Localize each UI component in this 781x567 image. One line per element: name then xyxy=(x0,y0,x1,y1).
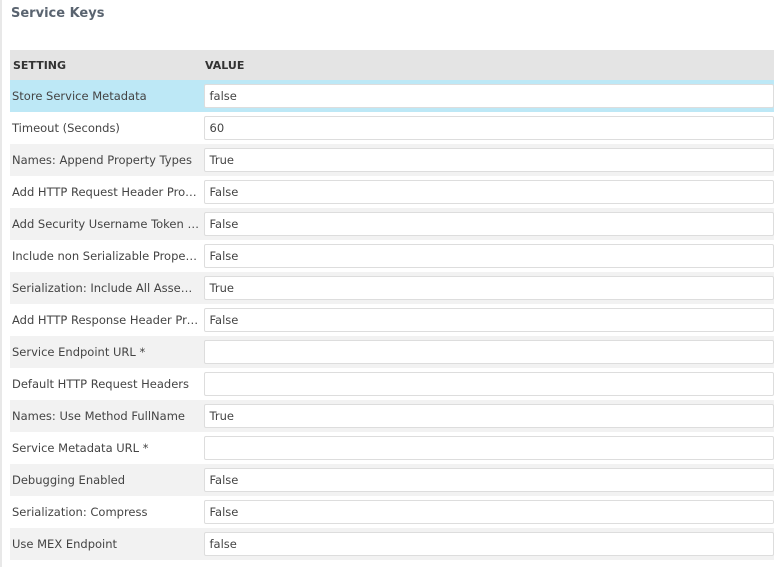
setting-value-input[interactable]: False xyxy=(203,244,774,268)
table-header: SETTING VALUE xyxy=(10,50,774,80)
table-row[interactable]: Add Security Username Token T... False xyxy=(10,208,774,240)
setting-value-input[interactable]: True xyxy=(203,276,774,300)
table-row[interactable]: Timeout (Seconds) 60 xyxy=(10,112,774,144)
setting-label: Add HTTP Response Header Pro... xyxy=(12,313,201,327)
column-header-setting: SETTING xyxy=(13,58,67,72)
setting-label: Serialization: Include All Assemb... xyxy=(12,281,201,295)
setting-label: Service Endpoint URL * xyxy=(12,345,146,359)
setting-label: Debugging Enabled xyxy=(12,473,126,487)
setting-value-input[interactable]: True xyxy=(203,148,774,172)
table-row[interactable]: Default HTTP Request Headers xyxy=(10,368,774,400)
table-row[interactable]: Add HTTP Request Header Prop... False xyxy=(10,176,774,208)
table-row[interactable]: Names: Append Property Types True xyxy=(10,144,774,176)
setting-value-input[interactable]: False xyxy=(203,180,774,204)
table-row[interactable]: Debugging Enabled False xyxy=(10,464,774,496)
table-row[interactable]: Service Endpoint URL * xyxy=(10,336,774,368)
table-row[interactable]: Use MEX Endpoint false xyxy=(10,528,774,560)
setting-label: Service Metadata URL * xyxy=(12,441,149,455)
setting-value-input[interactable] xyxy=(203,436,774,460)
setting-label: Names: Append Property Types xyxy=(12,153,192,167)
setting-value-input[interactable] xyxy=(203,372,774,396)
setting-value-input[interactable]: False xyxy=(203,500,774,524)
setting-value-input[interactable] xyxy=(203,340,774,364)
setting-label: Serialization: Compress xyxy=(12,505,148,519)
setting-label: Names: Use Method FullName xyxy=(12,409,185,423)
setting-value-input[interactable]: False xyxy=(203,308,774,332)
section-title: Service Keys xyxy=(11,6,105,21)
setting-label: Default HTTP Request Headers xyxy=(12,377,189,391)
table-row[interactable]: Add HTTP Response Header Pro... False xyxy=(10,304,774,336)
left-border xyxy=(0,0,2,567)
setting-label: Timeout (Seconds) xyxy=(12,121,120,135)
table-row[interactable]: Store Service Metadata false xyxy=(10,80,774,112)
setting-label: Include non Serializable Propert... xyxy=(12,249,201,263)
table-row[interactable]: Service Metadata URL * xyxy=(10,432,774,464)
table-row[interactable]: Names: Use Method FullName True xyxy=(10,400,774,432)
setting-value-input[interactable]: false xyxy=(203,84,774,108)
setting-label: Add HTTP Request Header Prop... xyxy=(12,185,201,199)
table-row[interactable]: Serialization: Compress False xyxy=(10,496,774,528)
setting-value-input[interactable]: False xyxy=(203,468,774,492)
setting-label: Add Security Username Token T... xyxy=(12,217,201,231)
table-row[interactable]: Include non Serializable Propert... False xyxy=(10,240,774,272)
setting-value-input[interactable]: false xyxy=(203,532,774,556)
setting-label: Use MEX Endpoint xyxy=(12,537,118,551)
setting-value-input[interactable]: 60 xyxy=(203,116,774,140)
table-row[interactable]: Serialization: Include All Assemb... True xyxy=(10,272,774,304)
setting-value-input[interactable]: False xyxy=(203,212,774,236)
column-header-value: VALUE xyxy=(205,58,245,72)
setting-label: Store Service Metadata xyxy=(12,89,147,103)
settings-table: SETTING VALUE Store Service Metadata fals… xyxy=(10,50,774,560)
setting-value-input[interactable]: True xyxy=(203,404,774,428)
